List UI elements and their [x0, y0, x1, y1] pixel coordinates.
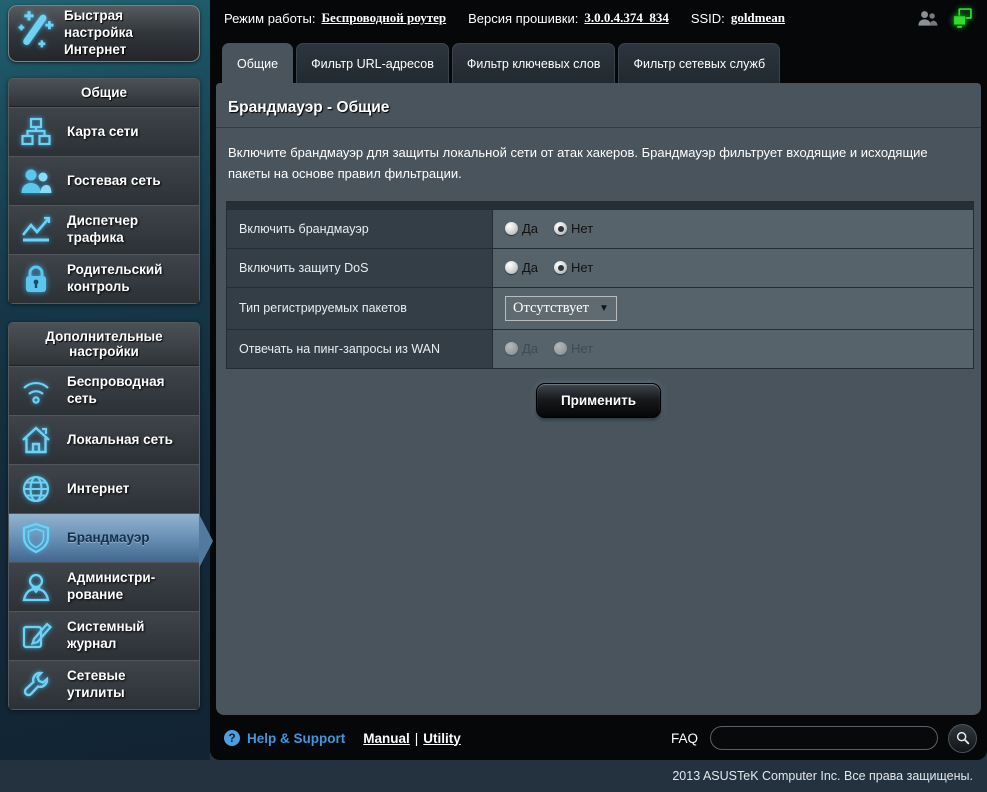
sidebar-item-label: Беспроводная сеть — [67, 374, 165, 408]
network-status-icon[interactable] — [951, 7, 973, 29]
faq-search-input[interactable] — [710, 726, 938, 750]
footer-separator: | — [415, 731, 419, 746]
sidebar-item-network-tools[interactable]: Сетевые утилиты — [9, 660, 199, 709]
content-panel: Брандмауэр - Общие Включите брандмауэр д… — [216, 83, 981, 715]
magic-wand-icon — [15, 8, 57, 59]
table-row: Тип регистрируемых пакетов Отсутствует ▼ — [227, 287, 974, 329]
sidebar-item-label: Интернет — [67, 481, 129, 498]
sidebar-item-guest-network[interactable]: Гостевая сеть — [9, 156, 199, 205]
wan-ping-label: Отвечать на пинг-запросы из WAN — [227, 329, 493, 368]
enable-firewall-label: Включить брандмауэр — [227, 209, 493, 248]
wifi-icon — [13, 376, 59, 406]
firewall-tabs: Общие Фильтр URL-адресов Фильтр ключевых… — [210, 36, 987, 83]
radio-disabled-icon — [505, 342, 518, 355]
shield-icon — [13, 522, 59, 554]
sidebar-item-parental-control[interactable]: Родительский контроль — [9, 254, 199, 303]
sidebar-item-label: Карта сети — [67, 124, 139, 141]
enable-dos-label: Включить защиту DoS — [227, 248, 493, 287]
sidebar-section-general: Общие Карта сети — [8, 78, 200, 304]
home-icon — [13, 424, 59, 456]
enable-dos-no-radio[interactable]: Нет — [554, 260, 593, 275]
sidebar-item-label: Администри- рование — [67, 570, 155, 604]
table-row: Включить брандмауэр Да Нет — [227, 209, 974, 248]
logged-packets-type-label: Тип регистрируемых пакетов — [227, 287, 493, 329]
quick-internet-setup-button[interactable]: Быстрая настройка Интернет — [8, 5, 200, 62]
radio-unchecked-icon[interactable] — [505, 261, 518, 274]
wan-ping-yes-radio: Да — [505, 341, 538, 356]
wrench-icon — [13, 669, 59, 701]
sidebar-item-wan[interactable]: Интернет — [9, 464, 199, 513]
sidebar-item-wireless[interactable]: Беспроводная сеть — [9, 366, 199, 415]
ssid-link[interactable]: goldmean — [731, 10, 785, 26]
sidebar-item-label: Диспетчер трафика — [67, 213, 138, 247]
radio-checked-icon[interactable] — [554, 222, 567, 235]
logged-packets-type-select[interactable]: Отсутствует ▼ — [505, 296, 617, 321]
radio-unchecked-icon[interactable] — [505, 222, 518, 235]
wan-ping-no-radio: Нет — [554, 341, 593, 356]
person-icon — [13, 571, 59, 603]
tab-url-filter[interactable]: Фильтр URL-адресов — [296, 43, 449, 83]
parental-control-lock-icon — [13, 263, 59, 295]
sidebar-item-label: Брандмауэр — [67, 530, 150, 547]
radio-checked-icon[interactable] — [554, 261, 567, 274]
radio-disabled-icon — [554, 342, 567, 355]
sidebar-item-label: Родительский контроль — [67, 262, 162, 296]
copyright-text: 2013 ASUSTeK Computer Inc. Все права защ… — [0, 760, 987, 792]
table-header-strip — [227, 201, 974, 209]
top-info-bar: Режим работы: Беспроводной роутер Версия… — [210, 0, 987, 36]
clients-icon[interactable] — [917, 8, 939, 28]
faq-label: FAQ — [671, 731, 698, 746]
page-description: Включите брандмауэр для защиты локальной… — [216, 128, 956, 195]
sidebar-item-network-map[interactable]: Карта сети — [9, 107, 199, 156]
table-row: Включить защиту DoS Да Нет — [227, 248, 974, 287]
section-title-general: Общие — [9, 79, 199, 107]
section-title-advanced: Дополнительные настройки — [9, 323, 199, 366]
sidebar-item-traffic-manager[interactable]: Диспетчер трафика — [9, 205, 199, 254]
tab-keyword-filter[interactable]: Фильтр ключевых слов — [452, 43, 616, 83]
sidebar-item-label: Системный журнал — [67, 619, 144, 653]
sidebar-item-firewall[interactable]: Брандмауэр — [9, 513, 199, 562]
sidebar-item-label: Гостевая сеть — [67, 173, 161, 190]
operation-mode-link[interactable]: Беспроводной роутер — [321, 10, 446, 26]
firewall-settings-table: Включить брандмауэр Да Нет — [226, 201, 974, 369]
tab-network-services-filter[interactable]: Фильтр сетевых служб — [618, 43, 780, 83]
network-map-icon — [13, 116, 59, 148]
log-pencil-icon — [13, 620, 59, 652]
manual-link[interactable]: Manual — [363, 731, 410, 746]
utility-link[interactable]: Utility — [423, 731, 461, 746]
globe-icon — [13, 473, 59, 505]
help-support-link[interactable]: Help & Support — [247, 731, 345, 746]
sidebar-item-administration[interactable]: Администри- рование — [9, 562, 199, 611]
guest-network-icon — [13, 166, 59, 196]
sidebar-section-advanced: Дополнительные настройки Беспроводная се… — [8, 322, 200, 710]
firmware-label: Версия прошивки: — [468, 11, 578, 26]
footer-bar: ? Help & Support Manual | Utility FAQ — [210, 716, 987, 760]
quick-setup-label: Быстрая настройка Интернет — [64, 8, 193, 59]
router-admin-page: Режим работы: Беспроводной роутер Версия… — [0, 0, 987, 792]
sidebar-item-label: Локальная сеть — [67, 432, 173, 449]
enable-firewall-no-radio[interactable]: Нет — [554, 221, 593, 236]
magnifier-icon — [955, 730, 971, 746]
operation-mode-label: Режим работы: — [224, 11, 315, 26]
page-title: Брандмауэр - Общие — [216, 83, 981, 128]
chevron-down-icon: ▼ — [599, 303, 609, 314]
sidebar-item-system-log[interactable]: Системный журнал — [9, 611, 199, 660]
enable-firewall-yes-radio[interactable]: Да — [505, 221, 538, 236]
main-app-container: Режим работы: Беспроводной роутер Версия… — [210, 0, 987, 760]
table-row: Отвечать на пинг-запросы из WAN Да Нет — [227, 329, 974, 368]
firmware-version-link[interactable]: 3.0.0.4.374_834 — [584, 10, 669, 26]
faq-search-button[interactable] — [948, 724, 977, 753]
traffic-manager-icon — [13, 214, 59, 246]
ssid-label: SSID: — [691, 11, 725, 26]
sidebar-item-label: Сетевые утилиты — [67, 668, 126, 702]
question-circle-icon: ? — [224, 730, 240, 746]
tab-general[interactable]: Общие — [222, 43, 293, 83]
sidebar-item-lan[interactable]: Локальная сеть — [9, 415, 199, 464]
apply-button[interactable]: Применить — [536, 383, 661, 418]
enable-dos-yes-radio[interactable]: Да — [505, 260, 538, 275]
